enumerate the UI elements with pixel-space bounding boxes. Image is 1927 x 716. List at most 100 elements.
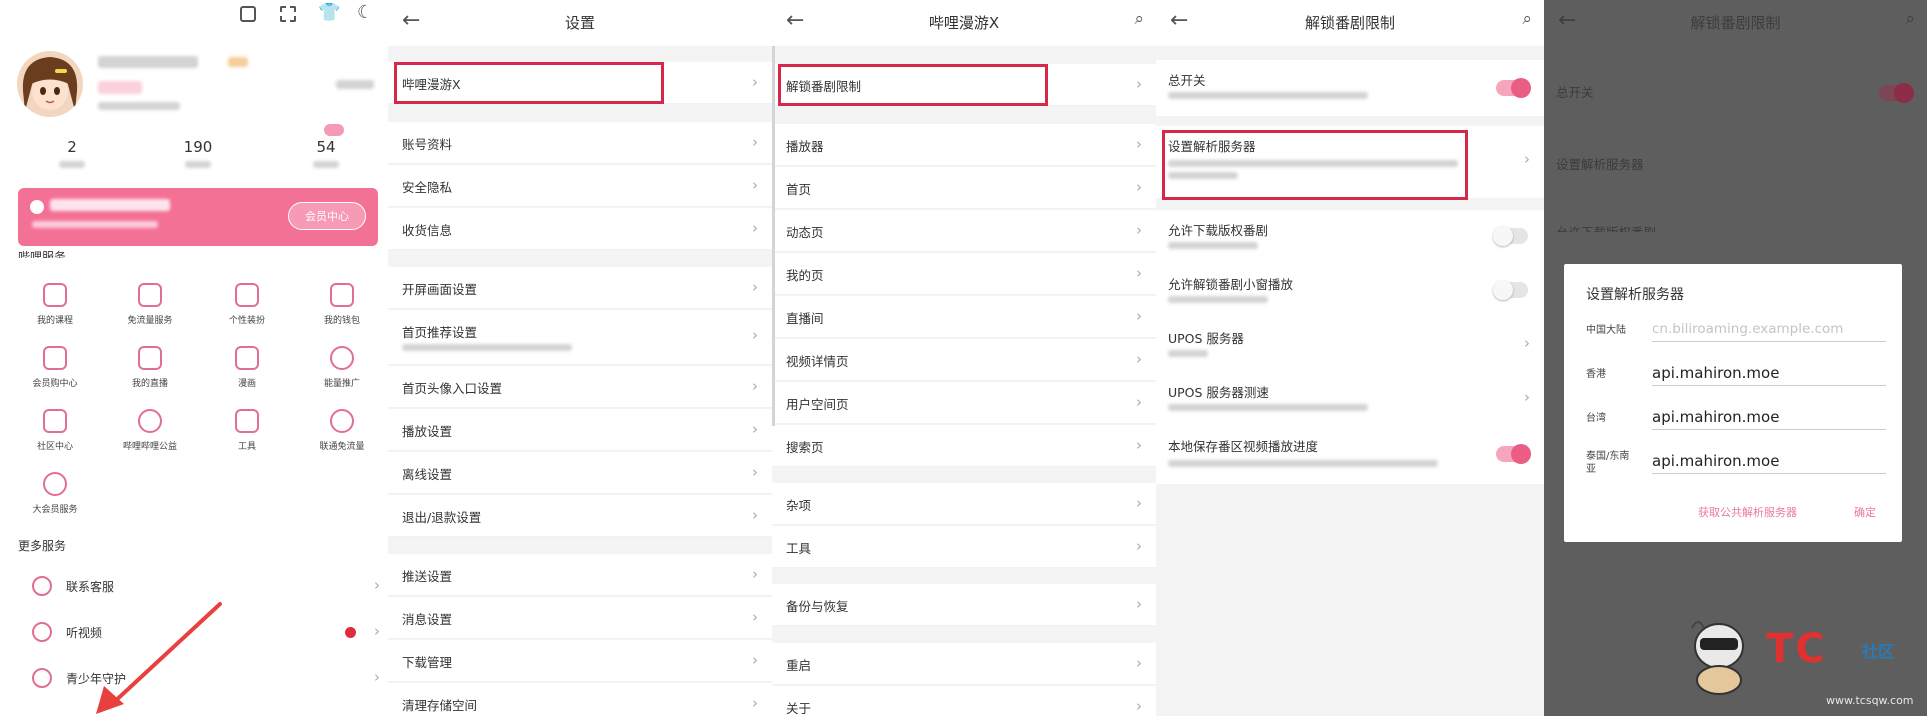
roaming-row-restart[interactable]: 重启 › xyxy=(772,643,1156,685)
toggle-row-master-switch[interactable]: 总开关 xyxy=(1156,60,1544,116)
service-shop-center[interactable]: 会员购中心 xyxy=(10,346,100,389)
vip-badge-icon xyxy=(43,472,67,496)
roaming-row-misc[interactable]: 杂项 › xyxy=(772,483,1156,525)
moon-icon[interactable]: ☾ xyxy=(357,2,373,23)
settings-row-home-recommend[interactable]: 首页推荐设置 › xyxy=(388,310,772,365)
stat-fans[interactable]: 54 xyxy=(266,138,386,174)
chevron-right-icon: › xyxy=(1524,388,1530,406)
settings-row-splash[interactable]: 开屏画面设置 › xyxy=(388,267,772,309)
settings-row-security[interactable]: 安全隐私 › xyxy=(388,165,772,207)
scan-icon[interactable] xyxy=(280,6,296,22)
settings-topbar: ← 设置 xyxy=(388,0,772,46)
highlight-box xyxy=(394,62,664,104)
save-progress-toggle[interactable] xyxy=(1496,444,1531,464)
settings-row-push[interactable]: 推送设置 › xyxy=(388,554,772,596)
search-icon[interactable]: ⌕ xyxy=(1522,9,1532,29)
service-wallet[interactable]: 我的钱包 xyxy=(297,283,387,326)
search-icon[interactable]: ⌕ xyxy=(1134,9,1144,29)
service-comics[interactable]: 漫画 xyxy=(202,346,292,389)
field-label-thailand-sea: 泰国/东南亚 xyxy=(1586,451,1630,475)
get-public-server-button[interactable]: 获取公共解析服务器 xyxy=(1698,504,1797,520)
settings-panel: ← 设置 哔哩漫游X › 账号资料 › 安全隐私 › 收货信息 › 开屏画面设置 › 首页… xyxy=(388,0,772,716)
row-upos-speedtest[interactable]: UPOS 服务器测速 › xyxy=(1156,372,1544,426)
dialog-title: 设置解析服务器 xyxy=(1586,287,1684,303)
space-link-blurred[interactable] xyxy=(336,80,374,89)
dimmed-row-parse-server: 设置解析服务器 xyxy=(1556,157,1644,172)
parse-server-dialog: 设置解析服务器 中国大陆 香港 台湾 泰国/东南亚 获取公共解析服务器 确定 xyxy=(1564,264,1902,542)
sim-card-icon xyxy=(138,283,162,307)
mainland-server-input[interactable] xyxy=(1652,316,1886,342)
scrollbar[interactable] xyxy=(772,46,775,426)
settings-row-offline[interactable]: 离线设置 › xyxy=(388,452,772,494)
field-label-taiwan: 台湾 xyxy=(1586,413,1606,424)
chevron-right-icon: › xyxy=(1136,595,1142,613)
roaming-row-mine[interactable]: 我的页 › xyxy=(772,253,1156,295)
service-dress-up[interactable]: 个性装扮 xyxy=(202,283,292,326)
biliroaming-panel: ← 哔哩漫游X ⌕ 解锁番剧限制 › 播放器 › 首页 › 动态页 › 我的页 › 直播间… xyxy=(772,0,1156,716)
avatar[interactable] xyxy=(17,51,83,117)
taiwan-server-input[interactable] xyxy=(1652,404,1886,430)
roaming-row-live[interactable]: 直播间 › xyxy=(772,296,1156,338)
stat-dynamics[interactable]: 2 xyxy=(12,138,132,174)
dimmed-toggle xyxy=(1879,83,1914,103)
thailand-server-input[interactable] xyxy=(1652,448,1886,474)
scan-frame-icon[interactable] xyxy=(240,6,256,22)
hongkong-server-input[interactable] xyxy=(1652,360,1886,386)
service-my-course[interactable]: 我的课程 xyxy=(10,283,100,326)
settings-row-playback[interactable]: 播放设置 › xyxy=(388,409,772,451)
toggle-row-save-progress[interactable]: 本地保存番区视频播放进度 xyxy=(1156,426,1544,484)
roaming-row-player[interactable]: 播放器 › xyxy=(772,124,1156,166)
service-vip[interactable]: 大会员服务 xyxy=(10,472,100,515)
roaming-row-user-space[interactable]: 用户空间页 › xyxy=(772,382,1156,424)
chevron-right-icon: › xyxy=(1524,150,1530,168)
roaming-row-backup[interactable]: 备份与恢复 › xyxy=(772,584,1156,626)
roaming-row-video-detail[interactable]: 视频详情页 › xyxy=(772,339,1156,381)
miniplayer-toggle[interactable] xyxy=(1493,280,1528,300)
unlock-topbar: ← 解锁番剧限制 ⌕ xyxy=(1156,0,1544,46)
service-unicom[interactable]: 联通免流量 xyxy=(297,409,387,452)
level-badge-blurred xyxy=(98,81,142,94)
headset-icon xyxy=(32,576,52,596)
vip-title-blurred xyxy=(50,199,170,211)
confirm-button[interactable]: 确定 xyxy=(1854,504,1876,520)
roaming-row-about[interactable]: 关于 › xyxy=(772,686,1156,716)
chevron-right-icon: › xyxy=(1136,307,1142,325)
chevron-right-icon: › xyxy=(374,622,380,640)
service-charity[interactable]: 哔哩哔哩公益 xyxy=(105,409,195,452)
master-toggle[interactable] xyxy=(1496,78,1531,98)
settings-row-message[interactable]: 消息设置 › xyxy=(388,597,772,639)
service-tools[interactable]: 工具 xyxy=(202,409,292,452)
vip-center-button[interactable]: 会员中心 xyxy=(288,202,366,230)
service-free-traffic[interactable]: 免流量服务 xyxy=(105,283,195,326)
service-community[interactable]: 社区中心 xyxy=(10,409,100,452)
chevron-right-icon: › xyxy=(752,219,758,237)
row-upos-server[interactable]: UPOS 服务器 › xyxy=(1156,318,1544,372)
roaming-row-dynamic[interactable]: 动态页 › xyxy=(772,210,1156,252)
coins-blurred xyxy=(98,102,180,110)
service-my-live[interactable]: 我的直播 xyxy=(105,346,195,389)
chevron-right-icon: › xyxy=(752,565,758,583)
toggle-row-allow-download[interactable]: 允许下载版权番剧 xyxy=(1156,210,1544,264)
vip-banner[interactable]: 会员中心 xyxy=(18,188,378,246)
toggle-row-allow-miniplayer[interactable]: 允许解锁番剧小窗播放 xyxy=(1156,264,1544,318)
more-services-title: 更多服务 xyxy=(18,539,67,553)
settings-row-home-avatar[interactable]: 首页头像入口设置 › xyxy=(388,366,772,408)
settings-row-account[interactable]: 账号资料 › xyxy=(388,122,772,164)
chevron-right-icon: › xyxy=(752,420,758,438)
tshirt-icon[interactable]: 👕 xyxy=(318,2,340,23)
roaming-row-tools[interactable]: 工具 › xyxy=(772,526,1156,568)
chevron-right-icon: › xyxy=(1136,393,1142,411)
stat-following[interactable]: 190 xyxy=(138,138,258,174)
chevron-right-icon: › xyxy=(1136,436,1142,454)
tv-icon xyxy=(138,346,162,370)
service-promotion[interactable]: 能量推广 xyxy=(297,346,387,389)
download-toggle[interactable] xyxy=(1493,226,1528,246)
vip-subtitle-blurred xyxy=(32,221,158,228)
roaming-row-search[interactable]: 搜索页 › xyxy=(772,425,1156,467)
settings-row-refund[interactable]: 退出/退款设置 › xyxy=(388,495,772,537)
roaming-row-home[interactable]: 首页 › xyxy=(772,167,1156,209)
wallet-icon xyxy=(330,283,354,307)
settings-row-download[interactable]: 下载管理 › xyxy=(388,640,772,682)
settings-row-address[interactable]: 收货信息 › xyxy=(388,208,772,250)
settings-row-storage[interactable]: 清理存储空间 › xyxy=(388,683,772,716)
